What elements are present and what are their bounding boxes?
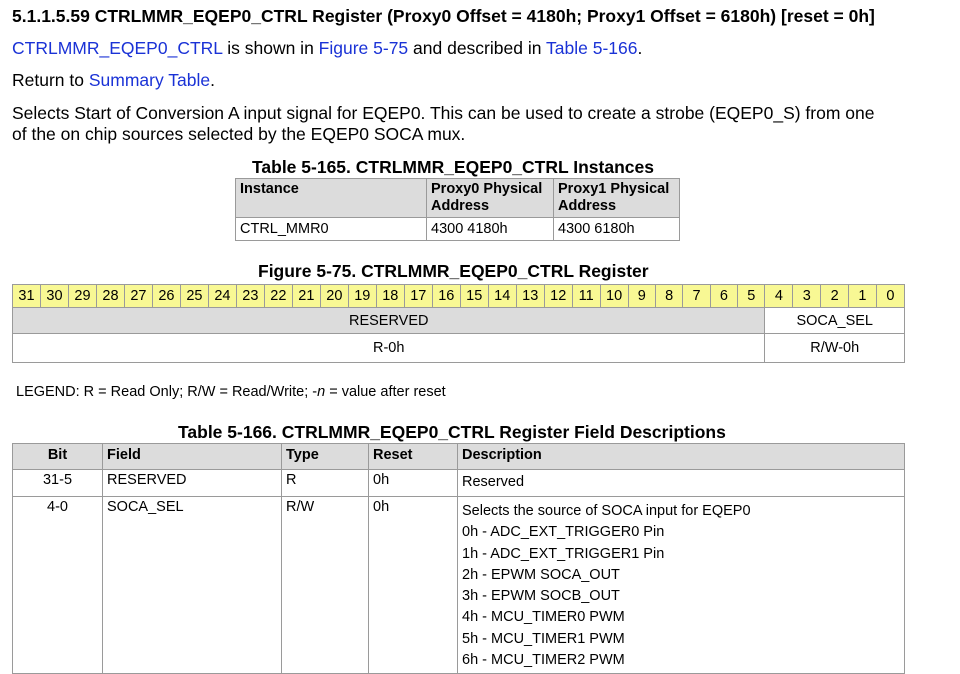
- header-bit: Bit: [12, 443, 103, 470]
- reset-row: R-0h R/W-0h: [11, 333, 905, 363]
- register-bit-diagram: 31 30 29 28 27 26 25 24 23 22 21 20 19 18 17 16 15 14 13 12…: [11, 284, 906, 363]
- bit-number-cell: 7: [682, 284, 711, 308]
- table-row: 31-5 RESERVED R 0h Reserved: [12, 469, 905, 497]
- intro-text-3: .: [637, 38, 643, 58]
- bit-number-cell: 15: [459, 284, 489, 308]
- instances-table: Instance Proxy0 Physical Address Proxy1 …: [235, 178, 680, 241]
- row1-bit: 31-5: [12, 469, 103, 497]
- instances-cell-proxy1: 4300 6180h: [553, 217, 680, 241]
- description-line: 0h - ADC_EXT_TRIGGER0 Pin: [462, 524, 665, 541]
- bit-number-cell: 21: [291, 284, 321, 308]
- row2-type: R/W: [281, 495, 369, 674]
- description-line: 1h - ADC_EXT_TRIGGER1 Pin: [462, 545, 665, 562]
- instances-header-proxy0: Proxy0 Physical Address: [426, 178, 554, 218]
- description-line: Selects the source of SOCA input for EQE…: [462, 503, 751, 519]
- legend-n: n: [317, 384, 326, 400]
- bit-number-cell: 12: [543, 284, 573, 308]
- bit-number-cell: 28: [95, 284, 125, 308]
- bit-number-row: 31 30 29 28 27 26 25 24 23 22 21 20 19 18 17 16 15 14 13 12…: [12, 284, 906, 308]
- bit-number-cell: 2: [820, 284, 850, 308]
- instances-cell-instance: CTRL_MMR0: [235, 217, 427, 241]
- header-description: Description: [457, 443, 905, 470]
- instances-cell-proxy0: 4300 4180h: [426, 217, 554, 241]
- header-type: Type: [281, 443, 369, 470]
- bit-number-cell: 13: [515, 284, 545, 308]
- legend-text-2: = value after reset: [325, 384, 446, 400]
- reset-reserved: R-0h: [11, 333, 766, 363]
- bit-number-cell: 25: [179, 284, 209, 308]
- row1-description: Reserved: [457, 469, 905, 497]
- bit-number-cell: 1: [848, 284, 877, 308]
- bit-number-cell: 10: [599, 284, 629, 308]
- row2-bit: 4-0: [12, 495, 103, 674]
- table-row: 4-0 SOCA_SEL R/W 0h Selects the source o…: [12, 495, 905, 674]
- bit-number-cell: 31: [12, 284, 41, 308]
- description-line: 2h - EPWM SOCA_OUT: [462, 566, 620, 583]
- instances-header-instance: Instance: [235, 178, 427, 218]
- field-table-caption: Table 5-166. CTRLMMR_EQEP0_CTRL Register…: [178, 422, 726, 442]
- description-line: 5h - MCU_TIMER1 PWM: [462, 630, 625, 647]
- header-field: Field: [102, 443, 282, 470]
- bit-number-cell: 17: [403, 284, 433, 308]
- legend: LEGEND: R = Read Only; R/W = Read/Write;…: [16, 384, 446, 400]
- field-description-table: Bit Field Type Reset Description 31-5 RE…: [12, 443, 905, 674]
- bit-number-cell: 30: [39, 284, 69, 308]
- reset-soca-sel: R/W-0h: [764, 333, 905, 363]
- bit-number-cell: 20: [319, 284, 349, 308]
- row1-reset: 0h: [368, 469, 458, 497]
- bit-number-cell: 23: [235, 284, 265, 308]
- row1-field: RESERVED: [102, 469, 282, 497]
- bit-number-cell: 5: [737, 284, 766, 308]
- description-line-1: Selects Start of Conversion A input sign…: [12, 103, 875, 123]
- row1-type: R: [281, 469, 369, 497]
- bit-number-cell: 8: [654, 284, 684, 308]
- bit-number-cell: 19: [347, 284, 377, 308]
- bit-number-cell: 4: [764, 284, 794, 308]
- summary-table-link[interactable]: Summary Table: [89, 70, 210, 90]
- row2-description: Selects the source of SOCA input for EQE…: [457, 495, 905, 674]
- return-text-2: .: [210, 70, 215, 90]
- row2-reset: 0h: [368, 495, 458, 674]
- bit-number-cell: 3: [792, 284, 822, 308]
- intro-paragraph: CTRLMMR_EQEP0_CTRL is shown in Figure 5-…: [12, 38, 642, 59]
- description-line-2: of the on chip sources selected by the E…: [12, 124, 466, 144]
- bit-number-cell: 29: [67, 284, 97, 308]
- return-text-1: Return to: [12, 70, 89, 90]
- instances-table-caption: Table 5-165. CTRLMMR_EQEP0_CTRL Instance…: [252, 157, 654, 177]
- return-paragraph: Return to Summary Table.: [12, 70, 215, 91]
- row2-field: SOCA_SEL: [102, 495, 282, 674]
- bit-number-cell: 0: [875, 284, 906, 308]
- bit-number-cell: 9: [627, 284, 656, 308]
- bit-number-cell: 11: [571, 284, 601, 308]
- description-paragraph: Selects Start of Conversion A input sign…: [12, 103, 875, 145]
- description-line: 6h - MCU_TIMER2 PWM: [462, 652, 625, 669]
- legend-text-1: LEGEND: R = Read Only; R/W = Read/Write;…: [16, 384, 318, 400]
- section-heading: 5.1.1.5.59 CTRLMMR_EQEP0_CTRL Register (…: [12, 6, 875, 26]
- bit-number-cell: 14: [487, 284, 517, 308]
- table-row: CTRL_MMR0 4300 4180h 4300 6180h: [235, 217, 680, 241]
- instances-header-row: Instance Proxy0 Physical Address Proxy1 …: [235, 178, 680, 218]
- register-figure-caption: Figure 5-75. CTRLMMR_EQEP0_CTRL Register: [258, 261, 649, 281]
- intro-text-1: is shown in: [222, 38, 319, 58]
- bit-number-cell: 6: [709, 284, 739, 308]
- field-row: RESERVED SOCA_SEL: [11, 307, 905, 334]
- bit-number-cell: 26: [151, 284, 181, 308]
- field-reserved: RESERVED: [11, 307, 766, 334]
- header-reset: Reset: [368, 443, 458, 470]
- field-table-header-row: Bit Field Type Reset Description: [12, 443, 905, 470]
- register-link[interactable]: CTRLMMR_EQEP0_CTRL: [12, 38, 222, 58]
- bit-number-cell: 18: [375, 284, 405, 308]
- figure-link[interactable]: Figure 5-75: [319, 38, 409, 58]
- description-line: 3h - EPWM SOCB_OUT: [462, 588, 620, 605]
- description-line: 4h - MCU_TIMER0 PWM: [462, 609, 625, 626]
- bit-number-cell: 24: [207, 284, 237, 308]
- instances-header-proxy1: Proxy1 Physical Address: [553, 178, 680, 218]
- bit-number-cell: 16: [431, 284, 461, 308]
- bit-number-cell: 27: [123, 284, 153, 308]
- intro-text-2: and described in: [408, 38, 547, 58]
- table-link[interactable]: Table 5-166: [546, 38, 637, 58]
- bit-number-cell: 22: [263, 284, 293, 308]
- field-soca-sel: SOCA_SEL: [764, 307, 905, 334]
